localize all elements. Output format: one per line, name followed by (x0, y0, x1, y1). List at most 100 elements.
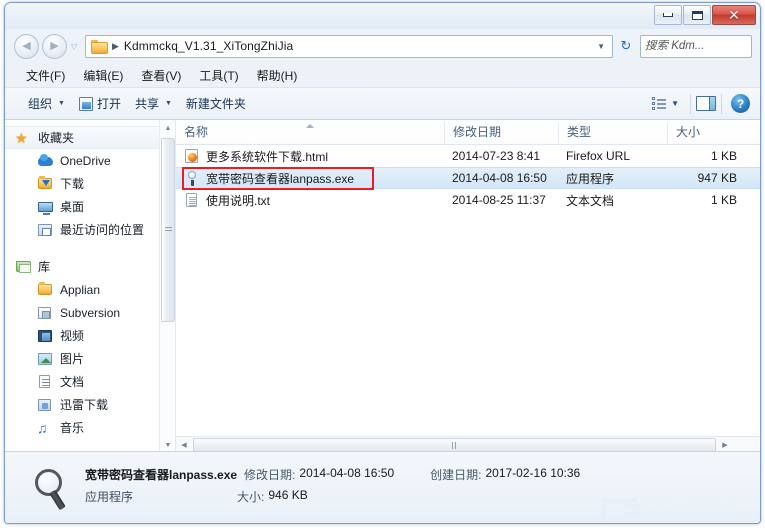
minimize-button[interactable] (654, 5, 682, 25)
file-rows-container: 更多系统软件下载.html 2014-07-23 8:41 Firefox UR… (176, 145, 760, 436)
menu-file[interactable]: 文件(F) (17, 65, 74, 86)
file-name-label: 宽带密码查看器lanpass.exe (206, 171, 355, 186)
organize-label: 组织 (28, 97, 53, 111)
scrollbar-thumb[interactable] (193, 438, 716, 452)
sidebar-item-documents[interactable]: 文档 (5, 370, 175, 393)
explorer-window: ✕ ◀ ▶ ▽ ▶ Kdmmckq_V1.31_XiTongZhiJia ▼ ↻… (4, 2, 761, 524)
sidebar-item-onedrive[interactable]: OneDrive (5, 149, 175, 172)
chevron-down-icon[interactable]: ▼ (597, 42, 609, 51)
back-button[interactable]: ◀ (14, 33, 39, 59)
menu-view[interactable]: 查看(V) (132, 65, 190, 86)
breadcrumb-separator-icon: ▶ (112, 40, 119, 51)
thunder-download-icon (37, 397, 54, 413)
column-header-row: 名称 修改日期 类型 大小 (176, 120, 760, 145)
sidebar-scrollbar[interactable]: ▲ ▼ (159, 120, 175, 453)
scrollbar-grip-icon (164, 227, 172, 233)
sidebar-item-subversion[interactable]: Subversion (5, 301, 175, 324)
column-header-name[interactable]: 名称 (176, 123, 444, 144)
close-button[interactable]: ✕ (712, 5, 756, 25)
scroll-up-icon[interactable]: ▲ (160, 120, 175, 136)
sidebar-item-label: 迅雷下载 (60, 398, 109, 412)
navigation-pane: ★ 收藏夹 OneDrive 下载 桌面 最近访问的位置 库 Applian S… (5, 120, 176, 453)
share-button[interactable]: 共享 ▼ (128, 92, 179, 115)
file-name-label: 更多系统软件下载.html (206, 149, 329, 164)
address-bar[interactable]: ▶ Kdmmckq_V1.31_XiTongZhiJia ▼ (85, 34, 613, 58)
details-created-label: 创建日期: (430, 467, 482, 482)
scrollbar-thumb[interactable] (161, 138, 175, 322)
library-icon (15, 259, 32, 275)
table-row[interactable]: 使用说明.txt 2014-08-25 11:37 文本文档 1 KB (176, 189, 760, 211)
sidebar-item-label: 库 (38, 260, 51, 274)
preview-pane-button[interactable] (696, 96, 716, 111)
details-modified-label: 修改日期: (244, 467, 296, 482)
forward-button[interactable]: ▶ (42, 33, 67, 59)
file-date-cell: 2014-08-25 11:37 (452, 193, 546, 207)
question-mark-icon: ? (736, 96, 745, 111)
desktop-icon (37, 199, 54, 215)
recent-locations-dropdown[interactable]: ▽ (71, 42, 81, 51)
sidebar-item-videos[interactable]: 视频 (5, 324, 175, 347)
details-text-group: 宽带密码查看器lanpass.exe 修改日期: 2014-04-08 16:5… (85, 466, 760, 510)
sidebar-item-favorites[interactable]: ★ 收藏夹 (5, 126, 175, 149)
downloads-folder-icon (37, 175, 54, 192)
share-label: 共享 (134, 97, 159, 111)
column-header-date-modified[interactable]: 修改日期 (444, 123, 558, 144)
menu-bar: 文件(F) 编辑(E) 查看(V) 工具(T) 帮助(H) (5, 63, 760, 88)
sidebar-item-applian[interactable]: Applian (5, 278, 175, 301)
open-icon (78, 96, 93, 111)
table-row[interactable]: 更多系统软件下载.html 2014-07-23 8:41 Firefox UR… (176, 145, 760, 167)
breadcrumb-path[interactable]: Kdmmckq_V1.31_XiTongZhiJia (124, 39, 293, 53)
sidebar-item-thunder-download[interactable]: 迅雷下载 (5, 393, 175, 416)
maximize-button[interactable] (683, 5, 711, 25)
search-box[interactable]: 🔍 (640, 34, 760, 58)
file-date-cell: 2014-07-23 8:41 (452, 149, 541, 163)
explorer-body: ★ 收藏夹 OneDrive 下载 桌面 最近访问的位置 库 Applian S… (5, 120, 760, 453)
help-button[interactable]: ? (731, 94, 750, 113)
sidebar-item-downloads[interactable]: 下载 (5, 172, 175, 195)
new-folder-label: 新建文件夹 (185, 97, 246, 111)
details-file-type: 应用程序 (85, 489, 134, 504)
sort-ascending-icon (306, 124, 314, 128)
table-row[interactable]: 宽带密码查看器lanpass.exe 2014-04-08 16:50 应用程序… (176, 167, 760, 189)
sidebar-item-pictures[interactable]: 图片 (5, 347, 175, 370)
details-modified-group: 修改日期: 2014-04-08 16:50 (244, 466, 394, 483)
search-input[interactable] (645, 40, 760, 52)
details-pane: 宽带密码查看器lanpass.exe 修改日期: 2014-04-08 16:5… (5, 451, 760, 523)
watermark-subtext: XITONGZHIJIA.NET (650, 513, 756, 522)
organize-button[interactable]: 组织 ▼ (21, 92, 72, 115)
file-name-cell: 更多系统软件下载.html (176, 148, 444, 165)
new-folder-button[interactable]: 新建文件夹 (179, 92, 253, 115)
file-type-cell: 应用程序 (566, 171, 615, 186)
toolbar-divider (690, 93, 691, 114)
magnifier-icon (21, 460, 81, 516)
menu-edit[interactable]: 编辑(E) (74, 65, 132, 86)
details-file-name: 宽带密码查看器lanpass.exe (85, 467, 238, 482)
command-toolbar: 组织 ▼ 打开 共享 ▼ 新建文件夹 ▼ ? (5, 88, 760, 120)
column-header-size[interactable]: 大小 (667, 123, 747, 144)
toolbar-right-group: ▼ ? (646, 88, 760, 119)
sidebar-item-music[interactable]: ♫ 音乐 (5, 416, 175, 439)
file-type-cell: Firefox URL (566, 149, 631, 163)
sidebar-item-recent-places[interactable]: 最近访问的位置 (5, 218, 175, 241)
menu-tools[interactable]: 工具(T) (190, 65, 247, 86)
subversion-icon (37, 305, 54, 321)
recent-places-icon (37, 222, 54, 238)
change-view-button[interactable]: ▼ (646, 93, 685, 114)
menu-help[interactable]: 帮助(H) (248, 65, 307, 86)
column-label: 大小 (676, 125, 701, 139)
back-arrow-icon: ◀ (22, 39, 31, 52)
file-name-cell: 宽带密码查看器lanpass.exe (176, 170, 444, 187)
sidebar-item-libraries[interactable]: 库 (5, 255, 175, 278)
column-header-type[interactable]: 类型 (558, 123, 667, 144)
file-type-cell: 文本文档 (566, 193, 615, 208)
open-button[interactable]: 打开 (72, 92, 128, 115)
sidebar-item-desktop[interactable]: 桌面 (5, 195, 175, 218)
refresh-button[interactable]: ↻ (615, 35, 637, 58)
file-size-cell: 1 KB (710, 149, 737, 163)
navigation-list: ★ 收藏夹 OneDrive 下载 桌面 最近访问的位置 库 Applian S… (5, 120, 175, 439)
sidebar-item-label: 桌面 (60, 200, 85, 214)
window-controls: ✕ (654, 5, 756, 25)
folder-icon (37, 281, 54, 298)
details-created-value: 2017-02-16 10:36 (485, 465, 581, 480)
